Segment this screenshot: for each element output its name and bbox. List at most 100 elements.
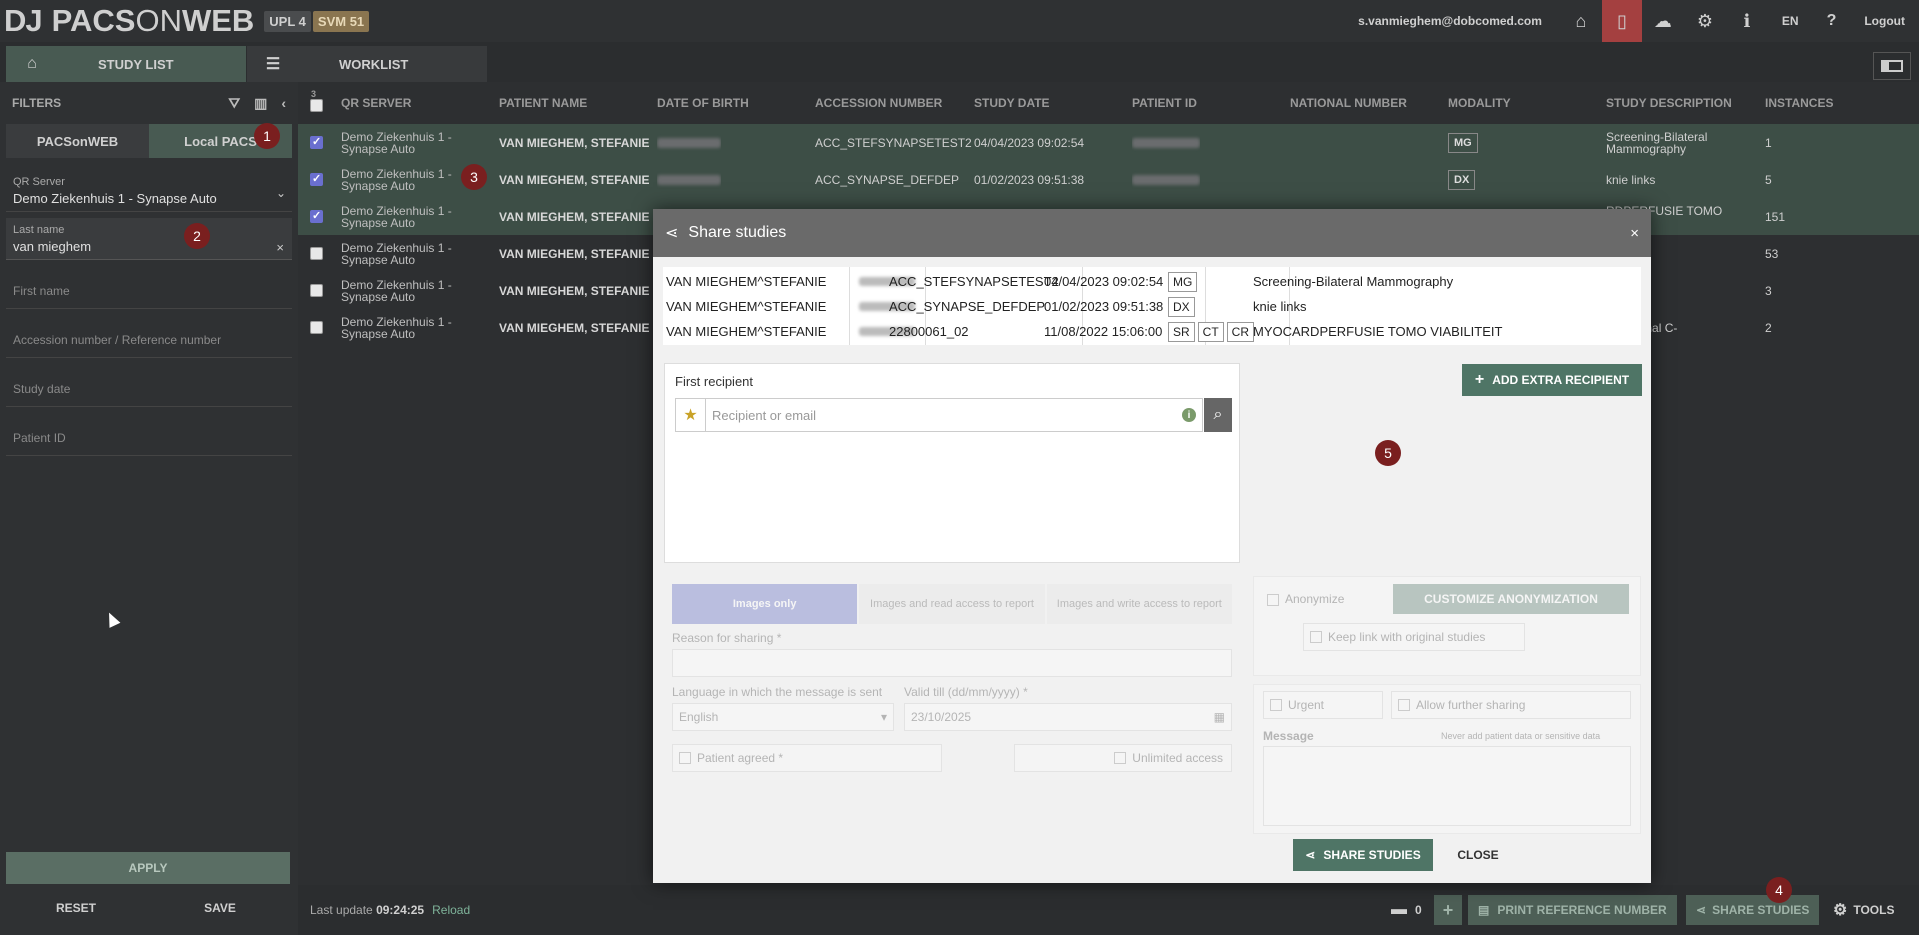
- help-icon[interactable]: ?: [1813, 12, 1851, 30]
- folder-counter[interactable]: ▬ 0: [1391, 895, 1422, 925]
- save-button[interactable]: SAVE: [150, 892, 290, 924]
- tab-study-list[interactable]: ⌂ STUDY LIST: [6, 46, 246, 82]
- home-icon[interactable]: ⌂: [1560, 0, 1602, 42]
- print-reference-button[interactable]: ▤ PRINT REFERENCE NUMBER: [1468, 895, 1677, 925]
- tab-worklist[interactable]: ☰ WORKLIST: [247, 46, 487, 82]
- user-email[interactable]: s.vanmieghem@dobcomed.com: [1358, 14, 1542, 28]
- col-date-of-birth[interactable]: DATE OF BIRTH: [657, 96, 749, 110]
- table-row[interactable]: Demo Ziekenhuis 1 -Synapse Auto VAN MIEGH…: [298, 124, 1919, 161]
- row-checkbox[interactable]: [310, 172, 323, 186]
- filters-title: FILTERS: [12, 96, 62, 110]
- chevron-down-icon: ▾: [880, 710, 887, 724]
- last-update-label: Last update: [310, 903, 373, 917]
- select-all-checkbox[interactable]: [310, 99, 323, 112]
- col-patient-id[interactable]: PATIENT ID: [1132, 96, 1197, 110]
- source-pacsonweb[interactable]: PACSonWEB: [6, 124, 149, 158]
- patient-id-field[interactable]: Patient ID: [6, 413, 292, 456]
- status-footer: Last update 09:24:25 Reload ▬ 0 + ▤ PRINT …: [298, 885, 1919, 935]
- layout-toggle-button[interactable]: [1873, 52, 1911, 80]
- dialog-title: Share studies: [688, 224, 787, 241]
- patient-name-cell: VAN MIEGHEM, STEFANIE: [499, 172, 650, 187]
- collapse-icon[interactable]: ‹: [281, 95, 286, 112]
- first-name-field[interactable]: First name: [6, 266, 292, 309]
- clear-icon[interactable]: ×: [276, 240, 284, 255]
- col-national-number[interactable]: NATIONAL NUMBER: [1290, 96, 1407, 110]
- option-images-read[interactable]: Images and read access to report: [859, 584, 1045, 624]
- share-studies-button[interactable]: ⋖ SHARE STUDIES: [1293, 839, 1433, 871]
- logout-link[interactable]: Logout: [1850, 14, 1919, 28]
- upl-badge: UPL 4: [264, 10, 311, 32]
- filter-icon[interactable]: ⛛: [228, 95, 240, 112]
- step-marker: 5: [1375, 440, 1401, 466]
- row-checkbox[interactable]: [310, 209, 323, 223]
- message-textarea[interactable]: [1263, 746, 1631, 826]
- option-images-write[interactable]: Images and write access to report: [1046, 584, 1232, 624]
- accession-field[interactable]: Accession number / Reference number: [6, 315, 292, 358]
- description-cell: knie links: [1606, 172, 1656, 187]
- access-options: Images only Images and read access to re…: [664, 576, 1240, 786]
- allow-sharing-checkbox[interactable]: Allow further sharing: [1391, 691, 1631, 719]
- option-images-only[interactable]: Images only: [672, 584, 858, 624]
- apply-button[interactable]: APPLY: [6, 852, 290, 884]
- reset-button[interactable]: RESET: [6, 892, 146, 924]
- close-button[interactable]: CLOSE: [1443, 839, 1513, 871]
- reason-input[interactable]: [672, 649, 1232, 677]
- col-study-description[interactable]: STUDY DESCRIPTION: [1606, 96, 1732, 110]
- info-icon[interactable]: i: [1182, 408, 1196, 422]
- last-name-field[interactable]: Last name van mieghem ×: [6, 218, 292, 260]
- row-checkbox[interactable]: [310, 321, 323, 334]
- qr-server-cell: Demo Ziekenhuis 1 - Synapse Auto: [341, 203, 452, 230]
- row-checkbox[interactable]: [310, 284, 323, 297]
- add-extra-recipient-button[interactable]: + ADD EXTRA RECIPIENT: [1462, 364, 1642, 396]
- patient-id-cell: [1132, 161, 1200, 198]
- info-icon[interactable]: ℹ: [1726, 0, 1768, 42]
- valid-till-input[interactable]: 23/10/2025 ▦: [904, 703, 1232, 731]
- col-modality[interactable]: MODALITY: [1448, 96, 1511, 110]
- accession-cell: ACC_SYNAPSE_DEFDEP: [815, 172, 960, 187]
- col-instances[interactable]: INSTANCES: [1765, 96, 1833, 110]
- language-label: Language in which the message is sent: [672, 685, 883, 699]
- patient-agreed-checkbox[interactable]: Patient agreed *: [672, 744, 942, 772]
- message-hint: Never add patient data or sensitive data: [1441, 731, 1601, 741]
- add-icon[interactable]: +: [1434, 895, 1462, 925]
- urgent-checkbox[interactable]: Urgent: [1263, 691, 1383, 719]
- study-date-field[interactable]: Study date: [6, 364, 292, 407]
- patient-id-cell: [1132, 124, 1200, 161]
- reload-link[interactable]: Reload: [432, 903, 470, 917]
- col-accession-number[interactable]: ACCESSION NUMBER: [815, 96, 942, 110]
- patient-name-cell: VAN MIEGHEM, STEFANIE: [499, 283, 650, 298]
- close-icon[interactable]: ×: [1630, 225, 1639, 242]
- columns-icon[interactable]: ▥: [254, 95, 267, 112]
- language-selector[interactable]: EN: [1768, 14, 1813, 28]
- row-checkbox[interactable]: [310, 135, 323, 149]
- step-marker: 3: [461, 164, 487, 190]
- selected-study-row: VAN MIEGHEM^STEFANIE ACC_SYNAPSE_DEFDEP 01…: [663, 294, 1641, 319]
- search-icon[interactable]: ⌕: [1204, 398, 1232, 432]
- share-icon: ⋖: [1696, 903, 1707, 917]
- unlimited-access-checkbox[interactable]: Unlimited access: [1014, 744, 1232, 772]
- gear-icon[interactable]: ⚙: [1684, 0, 1726, 42]
- table-row[interactable]: Demo Ziekenhuis 1 -Synapse Auto VAN MIEGH…: [298, 161, 1919, 198]
- selected-study-row: VAN MIEGHEM^STEFANIE 22800061_02 11/08/202…: [663, 319, 1641, 344]
- tools-button[interactable]: ⚙ TOOLS: [1833, 895, 1894, 925]
- app-logo: DJ PACSONWEB: [4, 3, 255, 38]
- recipient-input[interactable]: ★ Recipient or email i: [675, 398, 1203, 432]
- modality-tag: DX: [1168, 296, 1195, 317]
- keep-link-checkbox[interactable]: Keep link with original studies: [1303, 623, 1525, 651]
- share-icon: ⋖: [1305, 848, 1316, 862]
- anonymize-checkbox[interactable]: Anonymize: [1267, 592, 1344, 606]
- row-checkbox[interactable]: [310, 247, 323, 260]
- cloud-upload-icon[interactable]: ☁: [1642, 0, 1684, 42]
- share-studies-dialog: ⋖ Share studies × VAN MIEGHEM^STEFANIE AC…: [653, 209, 1651, 883]
- language-select[interactable]: English ▾: [672, 703, 894, 731]
- star-icon[interactable]: ★: [676, 399, 706, 431]
- share-studies-footer-button[interactable]: ⋖ SHARE STUDIES: [1686, 895, 1820, 925]
- col-qr-server[interactable]: QR SERVER: [341, 96, 411, 110]
- qr-server-select[interactable]: QR Server Demo Ziekenhuis 1 - Synapse Au…: [6, 170, 292, 212]
- mobile-icon[interactable]: ▯: [1601, 0, 1642, 42]
- customize-anonymization-button[interactable]: CUSTOMIZE ANONYMIZATION: [1393, 584, 1629, 614]
- col-patient-name[interactable]: PATIENT NAME: [499, 96, 587, 110]
- dialog-header: ⋖ Share studies ×: [653, 209, 1651, 257]
- col-study-date[interactable]: STUDY DATE: [974, 96, 1050, 110]
- top-bar: DJ PACSONWEB UPL 4 SVM 51 s.vanmieghem@d…: [0, 0, 1919, 42]
